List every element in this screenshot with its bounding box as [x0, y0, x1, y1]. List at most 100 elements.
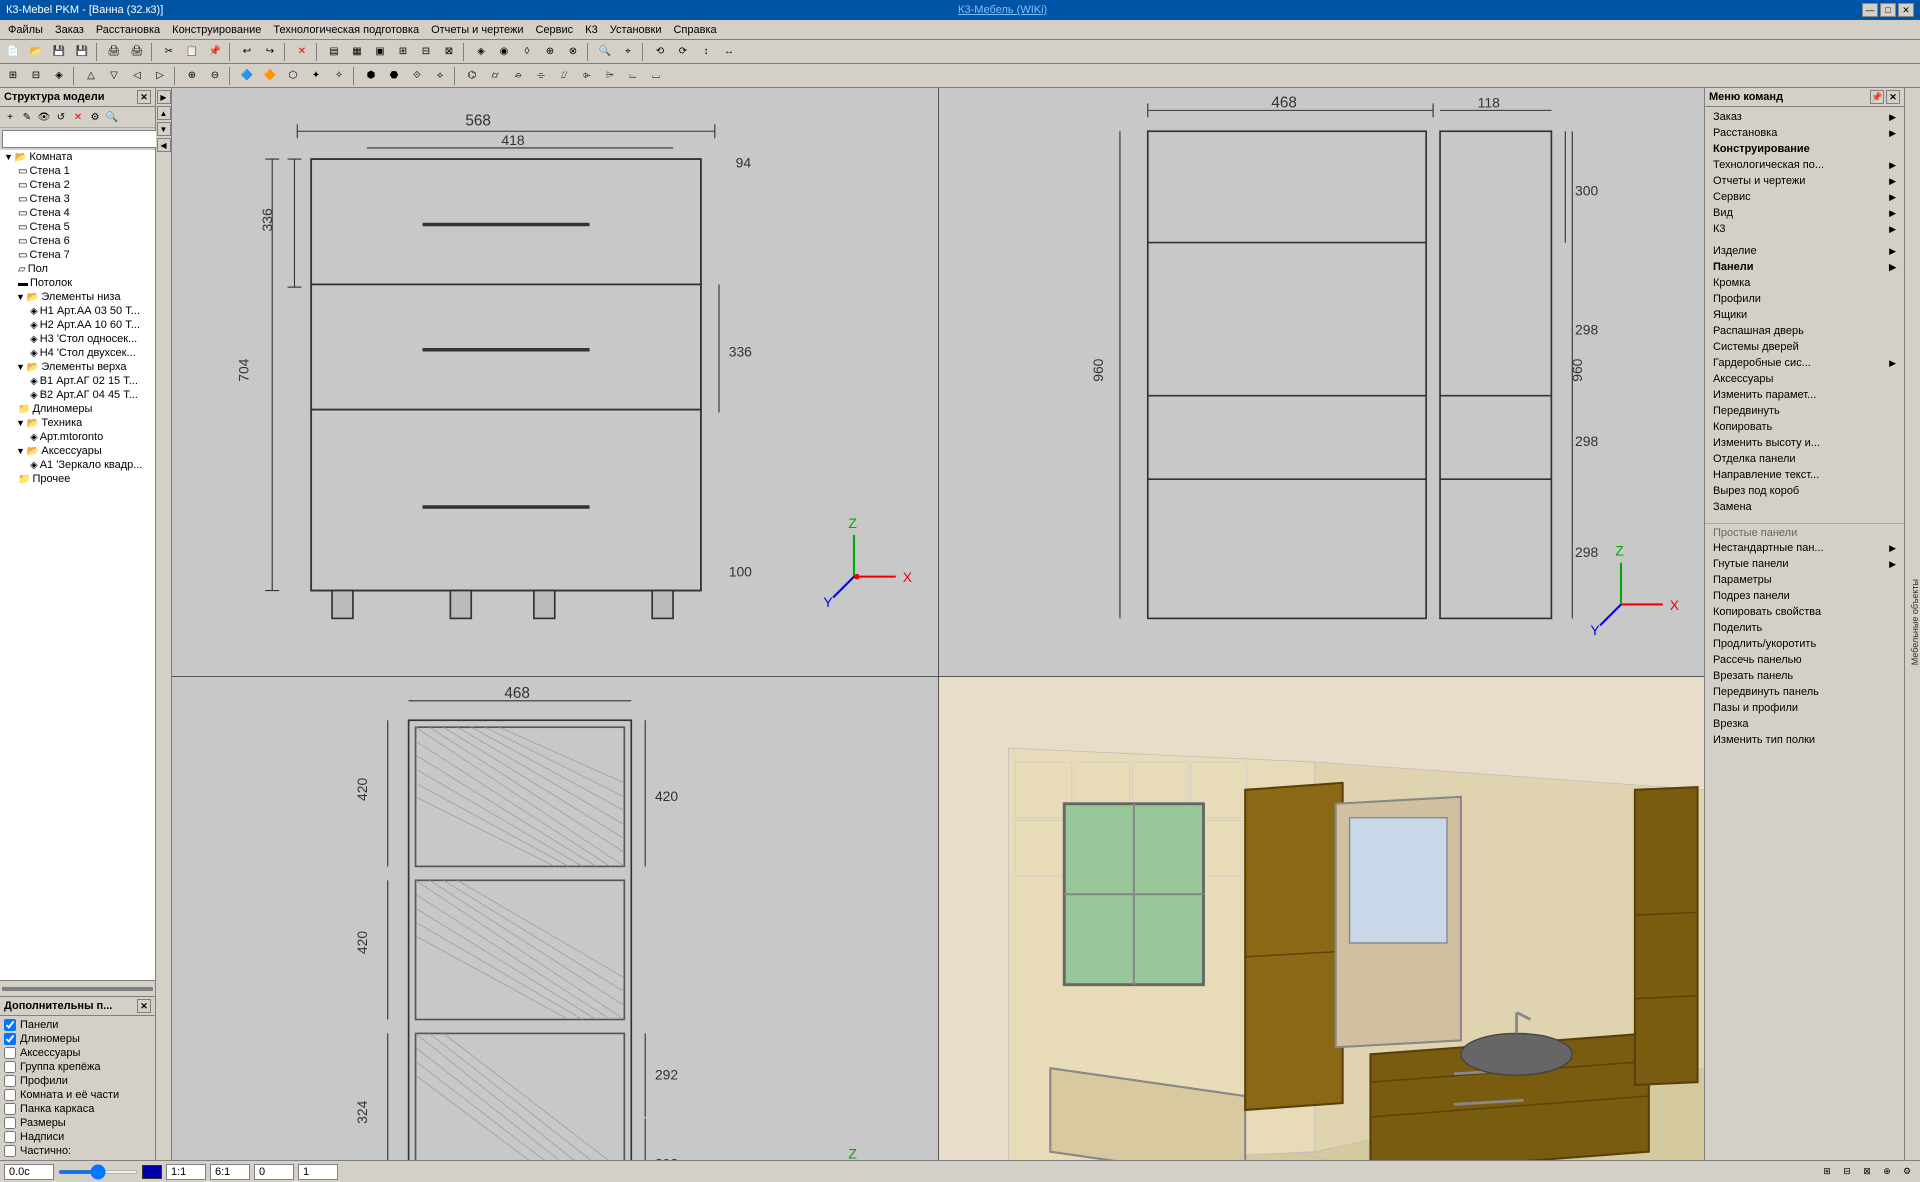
tb-btn4[interactable]: ⊞ — [392, 42, 414, 62]
tb-btn16[interactable]: ↕ — [695, 42, 717, 62]
cmd-item-35[interactable]: Рассечь панелью — [1705, 652, 1904, 668]
status-slider[interactable] — [58, 1170, 138, 1174]
tb2-btn17[interactable]: ⟐ — [406, 66, 428, 86]
status-icon-4[interactable]: ⊕ — [1878, 1164, 1896, 1180]
tree-refresh-btn[interactable]: ↺ — [53, 109, 69, 125]
minimize-button[interactable]: — — [1862, 3, 1878, 17]
checkbox-7[interactable] — [4, 1117, 16, 1129]
tree-delete-btn[interactable]: ✕ — [70, 109, 86, 125]
tree-item-14[interactable]: ◈Н4 'Стол двухсек... — [0, 346, 155, 360]
cmd-item-25[interactable]: Замена — [1705, 499, 1904, 515]
tree-search-input[interactable] — [2, 130, 157, 148]
left-tab-1[interactable]: ▶ — [157, 90, 171, 104]
left-tab-2[interactable]: ▲ — [157, 106, 171, 120]
cmd-item-19[interactable]: Передвинуть — [1705, 403, 1904, 419]
tb2-btn25[interactable]: ⌲ — [599, 66, 621, 86]
cmd-item-17[interactable]: Аксессуары — [1705, 371, 1904, 387]
menu-construct[interactable]: Конструирование — [166, 22, 267, 38]
cmd-item-6[interactable]: Вид▶ — [1705, 205, 1904, 221]
tb2-btn14[interactable]: ✧ — [328, 66, 350, 86]
tb-new[interactable]: 📄 — [2, 42, 24, 62]
left-tab-4[interactable]: ◀ — [157, 138, 171, 152]
tb-cut[interactable]: ✂ — [158, 42, 180, 62]
tree-settings-btn[interactable]: ⚙ — [87, 109, 103, 125]
tree-item-15[interactable]: ▼📂Элементы верха — [0, 360, 155, 374]
cmd-item-23[interactable]: Направление текст... — [1705, 467, 1904, 483]
cmd-item-15[interactable]: Системы дверей — [1705, 339, 1904, 355]
cmd-item-40[interactable]: Изменить тип полки — [1705, 732, 1904, 748]
cmd-item-21[interactable]: Изменить высоту и... — [1705, 435, 1904, 451]
tree-item-2[interactable]: ▭Стена 2 — [0, 178, 155, 192]
tree-item-10[interactable]: ▼📂Элементы низа — [0, 290, 155, 304]
cmd-item-29[interactable]: Гнутые панели▶ — [1705, 556, 1904, 572]
tb2-btn21[interactable]: ⌮ — [507, 66, 529, 86]
tb2-btn3[interactable]: ◈ — [48, 66, 70, 86]
tb2-btn13[interactable]: ✦ — [305, 66, 327, 86]
tb-open[interactable]: 📂 — [25, 42, 47, 62]
viewport-bottom-right[interactable] — [939, 677, 1705, 1160]
struct-close-btn[interactable]: ✕ — [137, 90, 151, 104]
tb-btn2[interactable]: ▦ — [346, 42, 368, 62]
cmd-item-9[interactable]: Изделие▶ — [1705, 243, 1904, 259]
cmd-item-16[interactable]: Гардеробные сис...▶ — [1705, 355, 1904, 371]
tb-print2[interactable]: 🖨 — [126, 42, 148, 62]
tree-item-9[interactable]: ▬Потолок — [0, 276, 155, 290]
tree-search-btn[interactable]: 🔍 — [104, 109, 120, 125]
tb2-btn9[interactable]: ⊖ — [204, 66, 226, 86]
cmd-item-24[interactable]: Вырез под короб — [1705, 483, 1904, 499]
cmd-item-33[interactable]: Поделить — [1705, 620, 1904, 636]
cmd-item-38[interactable]: Пазы и профили — [1705, 700, 1904, 716]
tree-item-22[interactable]: ◈А1 'Зеркало квадр... — [0, 458, 155, 472]
tree-item-7[interactable]: ▭Стена 7 — [0, 248, 155, 262]
menu-layout[interactable]: Расстановка — [90, 22, 166, 38]
cmd-item-36[interactable]: Врезать панель — [1705, 668, 1904, 684]
menu-settings[interactable]: Установки — [604, 22, 668, 38]
tree-add-btn[interactable]: + — [2, 109, 18, 125]
tree-item-21[interactable]: ▼📂Аксессуары — [0, 444, 155, 458]
tree-item-8[interactable]: ▱Пол — [0, 262, 155, 276]
tb2-btn18[interactable]: ⟡ — [429, 66, 451, 86]
tb-btn9[interactable]: ◊ — [516, 42, 538, 62]
tree-item-17[interactable]: ◈В2 Арт.АГ 04 45 Т... — [0, 388, 155, 402]
cmd-item-34[interactable]: Продлить/укоротить — [1705, 636, 1904, 652]
tb-btn13[interactable]: ⌖ — [617, 42, 639, 62]
checkbox-9[interactable] — [4, 1145, 16, 1157]
tb-btn7[interactable]: ◈ — [470, 42, 492, 62]
cmd-item-18[interactable]: Изменить парамет... — [1705, 387, 1904, 403]
wiki-link[interactable]: К3-Мебель (WIKi) — [958, 4, 1047, 16]
tree-item-1[interactable]: ▭Стена 1 — [0, 164, 155, 178]
cmd-item-39[interactable]: Врезка — [1705, 716, 1904, 732]
tb-btn12[interactable]: 🔍 — [594, 42, 616, 62]
tb2-btn5[interactable]: ▽ — [103, 66, 125, 86]
cmd-item-32[interactable]: Копировать свойства — [1705, 604, 1904, 620]
tb-print[interactable]: 🖨 — [103, 42, 125, 62]
tb-save2[interactable]: 💾 — [71, 42, 93, 62]
cmd-item-11[interactable]: Кромка — [1705, 275, 1904, 291]
tb2-btn23[interactable]: ⌰ — [553, 66, 575, 86]
cmd-item-10[interactable]: Панели▶ — [1705, 259, 1904, 275]
viewport-bottom-left[interactable]: 468 420 420 324 420 292 292 — [172, 677, 938, 1160]
cmd-item-5[interactable]: Сервис▶ — [1705, 189, 1904, 205]
menu-service[interactable]: Сервис — [530, 22, 580, 38]
cmd-item-13[interactable]: Ящики — [1705, 307, 1904, 323]
cmd-item-22[interactable]: Отделка панели — [1705, 451, 1904, 467]
tb-btn6[interactable]: ⊠ — [438, 42, 460, 62]
tree-item-5[interactable]: ▭Стена 5 — [0, 220, 155, 234]
checkbox-2[interactable] — [4, 1047, 16, 1059]
status-icon-1[interactable]: ⊞ — [1818, 1164, 1836, 1180]
tree-item-20[interactable]: ◈Арт.mtoronto — [0, 430, 155, 444]
menu-k3[interactable]: К3 — [579, 22, 604, 38]
tb-delete[interactable]: ✕ — [291, 42, 313, 62]
tb-btn8[interactable]: ◉ — [493, 42, 515, 62]
tb-btn17[interactable]: ↔ — [718, 42, 740, 62]
checkbox-1[interactable] — [4, 1033, 16, 1045]
tb-btn15[interactable]: ⟳ — [672, 42, 694, 62]
tb2-btn11[interactable]: 🔶 — [259, 66, 281, 86]
menu-files[interactable]: Файлы — [2, 22, 49, 38]
tb2-btn20[interactable]: ⌭ — [484, 66, 506, 86]
left-tab-3[interactable]: ▼ — [157, 122, 171, 136]
checkbox-5[interactable] — [4, 1089, 16, 1101]
status-icon-2[interactable]: ⊟ — [1838, 1164, 1856, 1180]
cmd-item-0[interactable]: Заказ▶ — [1705, 109, 1904, 125]
tb2-btn10[interactable]: 🔷 — [236, 66, 258, 86]
